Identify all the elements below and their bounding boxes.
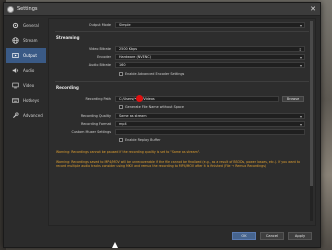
chevron-down-icon: ▾ [299,114,302,119]
recording-quality-label: Recording Quality [80,114,111,118]
sidebar-item-hotkeys[interactable]: Hotkeys [6,93,46,108]
encoder-value: Hardware (NVENC) [119,55,151,59]
cancel-button[interactable]: Cancel [260,232,284,240]
divider [55,31,309,32]
vertical-scrollbar[interactable] [310,21,313,221]
wrench-icon [13,112,19,118]
ok-button[interactable]: OK [232,232,256,240]
no-space-checkbox[interactable] [119,105,123,109]
video-bitrate-value: 2500 Kbps [119,47,138,51]
spinner-icon[interactable]: ⇕ [299,47,302,52]
speaker-icon [12,68,19,73]
gear-icon [12,22,19,29]
sidebar-item-general[interactable]: General [6,18,46,33]
replay-buffer-label: Enable Replay Buffer [125,138,161,142]
sidebar-item-label: Hotkeys [23,98,40,103]
globe-icon [12,37,19,44]
advanced-encoder-checkbox[interactable] [119,72,123,76]
app-logo-icon [7,5,14,13]
sidebar-item-video[interactable]: Video [6,78,46,93]
audio-bitrate-value: 160 [119,63,126,67]
chevron-down-icon: ▾ [299,55,302,60]
streaming-section-title: Streaming [56,35,80,40]
recording-format-select[interactable]: mp4 ▾ [115,121,305,127]
settings-content-panel: Output Mode Simple ▾ Streaming Video Bit… [48,18,316,226]
custom-muxer-input[interactable] [115,129,305,135]
settings-sidebar: General Stream Output Audio Video Hotkey… [6,18,46,133]
recording-format-row: Recording Format mp4 ▾ [49,121,305,127]
recording-format-value: mp4 [119,122,127,126]
close-icon[interactable]: ✕ [306,3,320,16]
audio-bitrate-label: Audio Bitrate [88,63,111,67]
scrollbar-thumb[interactable] [310,21,313,186]
replay-buffer-checkbox[interactable] [119,138,123,142]
apply-button[interactable]: Apply [288,232,312,240]
sidebar-item-label: Stream [23,38,38,43]
no-space-row: Generate File Name without Space [119,105,184,109]
output-mode-label: Output Mode [88,23,111,27]
recording-format-label: Recording Format [81,122,111,126]
sidebar-item-stream[interactable]: Stream [6,33,46,48]
recording-quality-value: Same as stream [119,114,147,118]
warning-pause: Warning: Recordings cannot be paused if … [56,150,201,154]
window-title: Settings [17,6,38,12]
custom-muxer-row: Custom Muxer Settings [49,129,305,135]
sidebar-item-label: Video [23,83,35,88]
mouse-cursor [112,242,118,248]
recording-path-row: Recording Path C:/Users/••••/Videos Brow… [49,96,304,102]
recording-path-label: Recording Path [85,97,111,101]
audio-bitrate-select[interactable]: 160 ▾ [115,62,305,68]
keyboard-icon [12,98,19,103]
title-bar: Settings ✕ [4,3,320,16]
advanced-encoder-label: Enable Advanced Encoder Settings [125,72,185,76]
recording-section-title: Recording [56,85,79,90]
red-marker [136,95,143,102]
browse-button[interactable]: Browse [282,96,304,102]
chevron-down-icon: ▾ [299,23,302,28]
chevron-down-icon: ▾ [299,122,302,127]
replay-buffer-row: Enable Replay Buffer [119,138,160,142]
dialog-footer: OK Cancel Apply [4,225,320,247]
no-space-label: Generate File Name without Space [125,105,184,109]
output-mode-value: Simple [119,23,131,27]
custom-muxer-label: Custom Muxer Settings [71,130,111,134]
video-bitrate-row: Video Bitrate 2500 Kbps ⇕ [49,46,305,52]
sidebar-item-audio[interactable]: Audio [6,63,46,78]
chevron-down-icon: ▾ [299,63,302,68]
recording-quality-row: Recording Quality Same as stream ▾ [49,113,305,119]
recording-quality-select[interactable]: Same as stream ▾ [115,113,305,119]
sidebar-item-advanced[interactable]: Advanced [6,108,46,123]
audio-bitrate-row: Audio Bitrate 160 ▾ [49,62,305,68]
warning-mp4: Warning: Recordings saved to MP4/MOV wil… [56,160,301,169]
encoder-select[interactable]: Hardware (NVENC) ▾ [115,54,305,60]
video-bitrate-input[interactable]: 2500 Kbps ⇕ [115,46,305,52]
output-mode-select[interactable]: Simple ▾ [115,22,305,28]
output-icon [12,53,19,58]
sidebar-item-label: Audio [23,68,35,73]
encoder-row: Encoder Hardware (NVENC) ▾ [49,54,305,60]
sidebar-item-label: Advanced [23,113,43,118]
divider [55,81,309,82]
sidebar-item-label: Output [23,53,37,58]
video-bitrate-label: Video Bitrate [88,47,111,51]
encoder-label: Encoder [97,55,111,59]
sidebar-item-output[interactable]: Output [6,48,46,63]
monitor-icon [12,82,19,89]
settings-dialog: Settings ✕ General Stream Output Audio V… [3,2,321,248]
output-mode-row: Output Mode Simple ▾ [49,22,305,28]
sidebar-item-label: General [23,23,39,28]
advanced-encoder-row: Enable Advanced Encoder Settings [119,72,184,76]
